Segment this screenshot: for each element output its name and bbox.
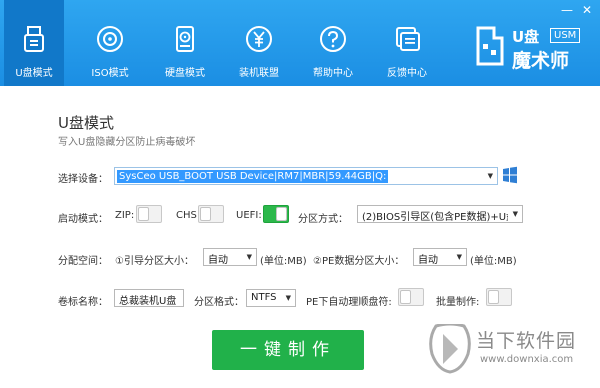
one-click-make-button[interactable]: 一键制作 [212, 330, 364, 370]
chevron-down-icon: ▼ [246, 253, 252, 261]
batch-make-toggle[interactable] [486, 288, 512, 306]
chs-toggle[interactable] [198, 205, 224, 223]
toggle-knob [488, 290, 499, 304]
boot-partition-size-value: 自动 [208, 255, 228, 266]
pe-auto-drive-label: PE下自动理顺盘符: [306, 297, 392, 308]
device-select[interactable]: SysCeo USB_BOOT USB Device|RM7|MBR|59.44… [114, 167, 498, 185]
chevron-down-icon: ▼ [487, 172, 493, 180]
watermark-name: 当下软件园 [476, 330, 577, 352]
toggle-knob [200, 207, 211, 221]
tab-install-alliance[interactable]: 装机联盟 [229, 0, 289, 86]
pe-auto-drive-toggle[interactable] [398, 288, 424, 306]
boot-partition-size-label: ①引导分区大小： [115, 256, 194, 267]
help-icon [320, 26, 346, 52]
watermark-logo-icon [429, 324, 471, 374]
zip-label: ZIP: [115, 210, 135, 221]
top-navigation-bar: U盘模式 ISO模式 硬盘模式 装机联盟 帮助中心 反馈中心 — ✕ U盘 US… [0, 0, 600, 86]
yen-coin-icon [246, 26, 272, 52]
partition-method-label: 分区方式： [298, 214, 348, 225]
alloc-label: 分配空间： [58, 256, 108, 267]
toggle-knob [400, 290, 411, 304]
app-logo: U盘 USM 魔术师 [470, 20, 592, 78]
minimize-button[interactable]: — [560, 4, 574, 16]
hard-drive-icon [176, 26, 194, 52]
feedback-icon [396, 27, 420, 51]
pe-unit-label: (单位:MB) [470, 256, 517, 267]
uefi-toggle[interactable] [263, 205, 289, 223]
page-title: U盘模式 [58, 114, 114, 132]
logo-badge: USM [550, 28, 581, 43]
chevron-down-icon: ▼ [285, 294, 291, 302]
tab-label: ISO模式 [91, 68, 129, 79]
logo-line1: U盘 [512, 28, 540, 46]
logo-line2: 魔术师 [512, 50, 570, 72]
close-button[interactable]: ✕ [580, 4, 594, 16]
partition-method-value: (2)BIOS引导区(包含PE数据)+U盘 [362, 212, 508, 223]
boot-mode-label: 启动模式： [58, 214, 108, 225]
volume-name-input[interactable]: 总裁装机U盘 [114, 289, 184, 307]
uefi-label: UEFI: [236, 210, 262, 221]
toggle-knob [276, 207, 287, 221]
usb-logo-icon [476, 26, 504, 66]
tab-help-center[interactable]: 帮助中心 [303, 0, 363, 86]
chevron-down-icon: ▼ [512, 210, 518, 218]
tab-label: 反馈中心 [387, 68, 427, 79]
zip-toggle[interactable] [136, 205, 162, 223]
chs-label: CHS: [176, 210, 201, 221]
tab-label: 硬盘模式 [165, 68, 205, 79]
batch-make-label: 批量制作: [436, 297, 480, 308]
tab-u-disk-mode[interactable]: U盘模式 [4, 0, 64, 86]
boot-unit-label: (单位:MB) [260, 256, 307, 267]
boot-partition-size-select[interactable]: 自动 ▼ [203, 248, 257, 266]
pe-partition-size-label: ②PE数据分区大小： [313, 256, 405, 267]
tab-iso-mode[interactable]: ISO模式 [80, 0, 140, 86]
chevron-down-icon: ▼ [456, 253, 462, 261]
toggle-knob [138, 207, 149, 221]
pe-partition-size-value: 自动 [418, 255, 438, 266]
watermark-url: www.downxia.com [480, 354, 574, 365]
usb-drive-icon [24, 26, 44, 52]
partition-method-select[interactable]: (2)BIOS引导区(包含PE数据)+U盘 ▼ [357, 205, 523, 223]
tab-label: 帮助中心 [313, 68, 353, 79]
tab-label: U盘模式 [15, 68, 53, 79]
page-subtitle: 写入U盘隐藏分区防止病毒破坏 [58, 137, 196, 148]
disc-icon [97, 26, 123, 52]
partition-format-label: 分区格式： [194, 297, 244, 308]
windows-refresh-icon[interactable] [502, 166, 518, 184]
volume-label: 卷标名称： [58, 297, 108, 308]
partition-format-value: NTFS [251, 292, 277, 303]
partition-format-select[interactable]: NTFS ▼ [246, 289, 296, 307]
device-selected-value: SysCeo USB_BOOT USB Device|RM7|MBR|59.44… [117, 170, 389, 183]
volume-name-value: 总裁装机U盘 [119, 296, 177, 307]
tab-feedback-center[interactable]: 反馈中心 [377, 0, 437, 86]
watermark: 当下软件园 www.downxia.com [428, 322, 594, 382]
device-label: 选择设备： [58, 174, 108, 185]
pe-partition-size-select[interactable]: 自动 ▼ [413, 248, 467, 266]
tab-label: 装机联盟 [239, 68, 279, 79]
tab-hard-disk-mode[interactable]: 硬盘模式 [155, 0, 215, 86]
